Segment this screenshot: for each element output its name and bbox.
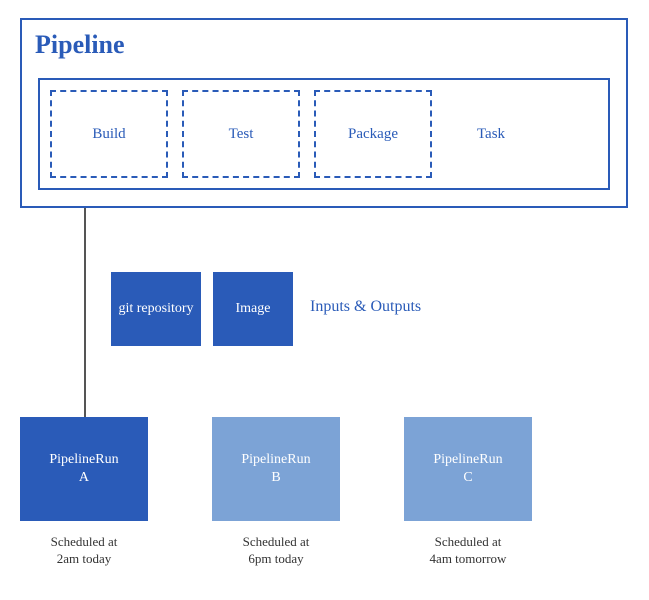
schedule-a: Scheduled at 2am today	[20, 534, 148, 568]
io-git-repository: git repository	[111, 272, 201, 346]
task-label: Build	[92, 126, 125, 143]
task-package: Package	[314, 90, 432, 178]
task-label: Test	[229, 126, 254, 143]
pipeline-title: Pipeline	[35, 30, 125, 60]
io-section-label: Inputs & Outputs	[310, 298, 421, 316]
task-type-label: Task	[446, 90, 536, 178]
pipelinerun-label: PipelineRun C	[433, 451, 502, 487]
schedule-c: Scheduled at 4am tomorrow	[404, 534, 532, 568]
io-git-label: git repository	[118, 300, 193, 318]
pipelinerun-label: PipelineRun A	[49, 451, 118, 487]
pipelinerun-b: PipelineRun B	[212, 417, 340, 521]
pipeline-tasks-row: Build Test Package Task	[38, 78, 610, 190]
io-image-label: Image	[236, 301, 271, 317]
task-test: Test	[182, 90, 300, 178]
connector-line	[84, 208, 86, 417]
schedule-b: Scheduled at 6pm today	[212, 534, 340, 568]
task-label: Package	[348, 126, 398, 143]
io-image: Image	[213, 272, 293, 346]
diagram-canvas: Pipeline Build Test Package Task git rep…	[0, 0, 649, 600]
pipelinerun-a: PipelineRun A	[20, 417, 148, 521]
pipelinerun-c: PipelineRun C	[404, 417, 532, 521]
pipelinerun-label: PipelineRun B	[241, 451, 310, 487]
task-build: Build	[50, 90, 168, 178]
